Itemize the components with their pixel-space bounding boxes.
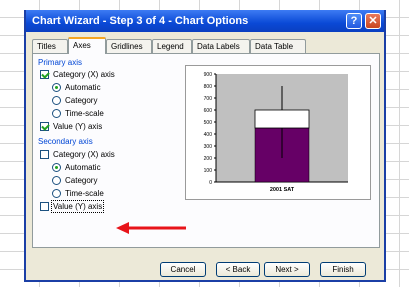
help-button[interactable]: ?: [346, 13, 362, 29]
secondary-time-scale-label: Time-scale: [65, 189, 104, 198]
back-button[interactable]: < Back: [216, 262, 260, 277]
secondary-automatic-radio[interactable]: Automatic: [52, 163, 101, 172]
checkbox-icon[interactable]: [40, 70, 49, 79]
secondary-category-radio[interactable]: Category: [52, 176, 97, 185]
secondary-time-scale-radio[interactable]: Time-scale: [52, 189, 104, 198]
tab-data-labels[interactable]: Data Labels: [192, 39, 250, 53]
secondary-category-axis-checkbox[interactable]: Category (X) axis: [40, 150, 115, 159]
axes-panel: Primary axis Category (X) axis Automatic…: [32, 53, 380, 248]
chart-preview-svg: 900 800 700 600 500 400 300 200 100 0 2001 SAT: [204, 72, 348, 193]
close-button[interactable]: ✕: [365, 13, 381, 29]
primary-category-axis-checkbox[interactable]: Category (X) axis: [40, 70, 115, 79]
radio-icon[interactable]: [52, 96, 61, 105]
cancel-button[interactable]: Cancel: [160, 262, 206, 277]
secondary-value-axis-checkbox[interactable]: Value (Y) axis: [40, 200, 105, 213]
primary-time-scale-label: Time-scale: [65, 109, 104, 118]
y-tick-label: 700: [204, 96, 213, 102]
tab-axes[interactable]: Axes: [68, 37, 106, 54]
y-tick-label: 900: [204, 72, 213, 78]
primary-automatic-label: Automatic: [65, 83, 101, 92]
checkbox-icon[interactable]: [40, 202, 49, 211]
y-tick-label: 500: [204, 120, 213, 126]
red-arrow-annotation: [116, 222, 186, 234]
radio-icon[interactable]: [52, 176, 61, 185]
primary-axis-label: Primary axis: [38, 58, 83, 67]
tab-gridlines[interactable]: Gridlines: [106, 39, 152, 53]
chart-wizard-dialog: Chart Wizard - Step 3 of 4 - Chart Optio…: [24, 10, 386, 282]
chart-preview: 900 800 700 600 500 400 300 200 100 0 2001 SAT: [185, 65, 371, 200]
y-tick-label: 0: [209, 180, 212, 186]
dialog-title-bar[interactable]: Chart Wizard - Step 3 of 4 - Chart Optio…: [26, 10, 384, 32]
next-button[interactable]: Next >: [264, 262, 310, 277]
primary-category-axis-label: Category (X) axis: [53, 70, 115, 79]
checkbox-icon[interactable]: [40, 122, 49, 131]
y-tick-label: 600: [204, 108, 213, 114]
y-tick-label: 200: [204, 156, 213, 162]
radio-icon[interactable]: [52, 83, 61, 92]
secondary-category-label: Category: [65, 176, 98, 185]
tab-titles[interactable]: Titles: [32, 39, 68, 53]
radio-icon[interactable]: [52, 163, 61, 172]
primary-time-scale-radio[interactable]: Time-scale: [52, 109, 104, 118]
y-tick-label: 400: [204, 132, 213, 138]
finish-button[interactable]: Finish: [320, 262, 366, 277]
x-category-label: 2001 SAT: [270, 187, 295, 193]
tab-legend[interactable]: Legend: [152, 39, 192, 53]
radio-icon[interactable]: [52, 189, 61, 198]
tab-data-table[interactable]: Data Table: [250, 39, 306, 53]
secondary-category-axis-label: Category (X) axis: [53, 150, 115, 159]
primary-category-radio[interactable]: Category: [52, 96, 97, 105]
y-tick-label: 100: [204, 168, 213, 174]
secondary-axis-label: Secondary axis: [38, 137, 93, 146]
y-tick-label: 800: [204, 84, 213, 90]
range-box: [254, 109, 310, 129]
checkbox-icon[interactable]: [40, 150, 49, 159]
y-tick-label: 300: [204, 144, 213, 150]
radio-icon[interactable]: [52, 109, 61, 118]
primary-value-axis-checkbox[interactable]: Value (Y) axis: [40, 122, 102, 131]
primary-value-axis-label: Value (Y) axis: [53, 122, 103, 131]
dialog-title: Chart Wizard - Step 3 of 4 - Chart Optio…: [32, 15, 249, 27]
primary-automatic-radio[interactable]: Automatic: [52, 83, 101, 92]
primary-category-label: Category: [65, 96, 98, 105]
secondary-value-axis-label: Value (Y) axis: [50, 200, 105, 213]
secondary-automatic-label: Automatic: [65, 163, 101, 172]
